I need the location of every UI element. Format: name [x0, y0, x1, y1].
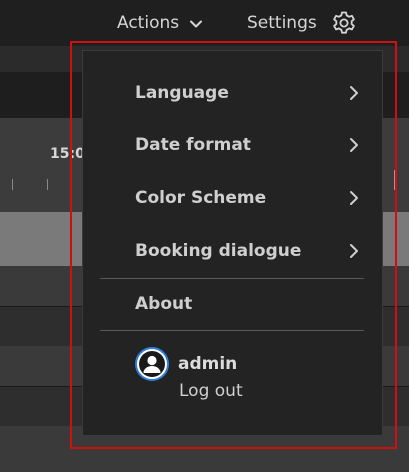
settings-label: Settings: [247, 13, 317, 33]
actions-label: Actions: [117, 13, 180, 33]
timeline-tick: [47, 179, 48, 190]
actions-menu-button[interactable]: Actions: [117, 10, 203, 36]
chevron-down-icon: [189, 16, 203, 30]
gear-icon: [331, 10, 357, 36]
top-bar: Actions Settings: [0, 0, 409, 46]
settings-menu-button[interactable]: Settings: [247, 10, 357, 36]
app-root: 15:0 Actions Settings Language Date form…: [0, 0, 409, 472]
timeline-tick: [12, 179, 13, 190]
highlight-outline: [70, 41, 397, 449]
